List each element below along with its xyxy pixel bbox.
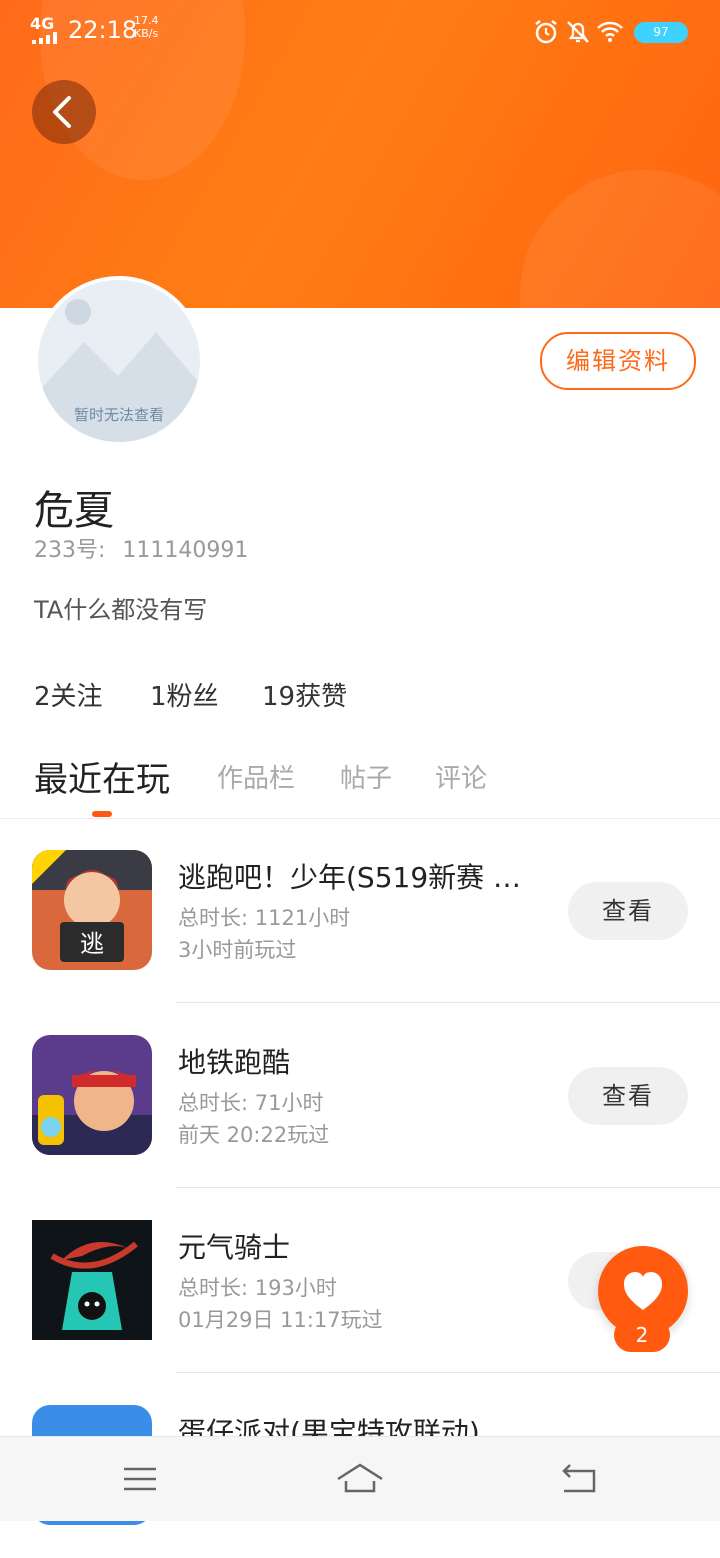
last-played: 01月29日 11:17玩过 (178, 1308, 383, 1332)
alarm-icon (535, 20, 557, 44)
status-time: 22:18 (68, 16, 138, 44)
tab-comments[interactable]: 评论 (435, 758, 487, 795)
status-bar: 4G 22:18 17.4 KB/s 97 (0, 0, 720, 64)
game-title: 地铁跑酷 (178, 1046, 291, 1079)
profile-tabs: 最近在玩 作品栏 帖子 评论 (0, 740, 720, 819)
bell-off-icon (567, 21, 589, 43)
game-title: 逃跑吧！少年(S519新赛 … (178, 861, 522, 894)
tab-posts[interactable]: 帖子 (340, 758, 392, 795)
likes-count[interactable]: 19获赞 (262, 676, 347, 713)
user-id-value: 111140991 (122, 538, 249, 563)
signal-icon (32, 32, 62, 44)
tab-recently-playing[interactable]: 最近在玩 (34, 752, 170, 801)
avatar[interactable]: 暂时无法查看 (34, 276, 204, 446)
home-icon[interactable] (336, 1457, 384, 1501)
like-count-badge: 2 (614, 1318, 670, 1352)
menu-icon[interactable] (116, 1457, 164, 1501)
avatar-placeholder-text: 暂时无法查看 (73, 406, 164, 424)
battery-icon: 97 (634, 22, 688, 43)
tab-works[interactable]: 作品栏 (217, 758, 295, 795)
chevron-left-icon (53, 96, 71, 128)
network-speed: 17.4 KB/s (134, 14, 159, 40)
game-title: 元气骑士 (178, 1231, 291, 1264)
network-type: 4G (30, 14, 55, 33)
svg-text:逃: 逃 (80, 930, 104, 958)
last-played: 3小时前玩过 (178, 938, 297, 962)
game-icon (32, 1220, 152, 1340)
followers-count[interactable]: 1粉丝 (150, 676, 219, 713)
list-item[interactable]: 逃 逃跑吧！少年(S519新赛 … 总时长: 1121小时 3小时前玩过 查看 (0, 818, 720, 1003)
user-id-label: 233号: (34, 538, 106, 563)
play-duration: 总时长: 1121小时 (178, 906, 351, 930)
last-played: 前天 20:22玩过 (178, 1123, 330, 1147)
system-nav-bar (0, 1436, 720, 1521)
wifi-icon (597, 21, 623, 42)
edit-profile-button[interactable]: 编辑资料 (540, 332, 696, 390)
user-name: 危夏 (34, 488, 114, 534)
play-duration: 总时长: 193小时 (178, 1276, 337, 1300)
game-icon: 逃 (32, 850, 152, 970)
following-count[interactable]: 2关注 (34, 676, 103, 713)
view-button[interactable]: 查看 (568, 1067, 688, 1125)
play-duration: 总时长: 71小时 (178, 1091, 324, 1115)
view-button[interactable]: 查看 (568, 882, 688, 940)
speed-value: 17.4 (134, 14, 159, 27)
banner-decoration (520, 170, 720, 308)
user-bio: TA什么都没有写 (34, 596, 208, 624)
back-icon[interactable] (556, 1457, 604, 1501)
back-button[interactable] (32, 80, 96, 144)
tab-active-indicator (92, 811, 112, 817)
user-id: 233号: 111140991 (34, 532, 248, 564)
game-icon (32, 1035, 152, 1155)
list-item[interactable]: 地铁跑酷 总时长: 71小时 前天 20:22玩过 查看 (0, 1003, 720, 1188)
avatar-placeholder: 暂时无法查看 (38, 280, 200, 442)
speed-unit: KB/s (134, 27, 159, 40)
